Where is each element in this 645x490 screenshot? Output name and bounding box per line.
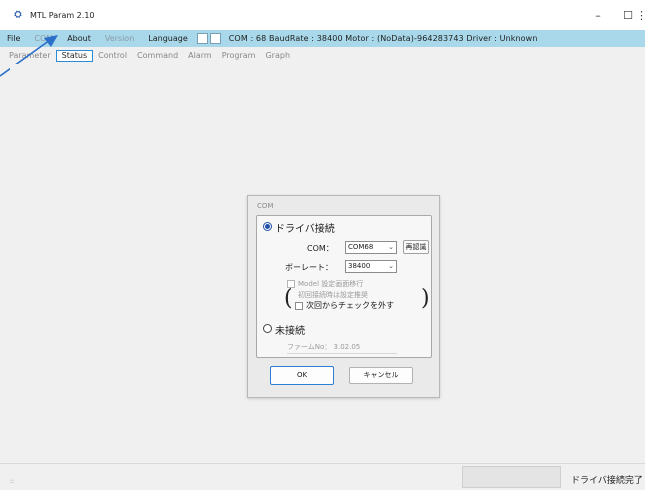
com-port-value: COM68 bbox=[348, 243, 374, 251]
chevron-down-icon: ⌄ bbox=[388, 243, 394, 251]
com-indicator-box bbox=[209, 33, 221, 44]
tab-control[interactable]: Control bbox=[93, 51, 132, 60]
dialog-title: COM bbox=[257, 202, 274, 210]
firmware-number: ファームNo： 3.02.05 bbox=[287, 343, 361, 351]
com-dialog: COM ドライバ接続 COM： COM68 ⌄ 再認識 ボーレート： 38400… bbox=[247, 195, 440, 398]
close-button[interactable]: ⋮ bbox=[636, 0, 645, 30]
connection-group: ドライバ接続 COM： COM68 ⌄ 再認識 ボーレート： 38400 ⌄ M… bbox=[256, 215, 432, 358]
no-connect-label: 未接続 bbox=[275, 326, 305, 337]
tab-alarm[interactable]: Alarm bbox=[183, 51, 217, 60]
menu-bar: File COM About Version Language COM : 68… bbox=[0, 30, 645, 47]
driver-connect-label: ドライバ接続 bbox=[275, 224, 335, 235]
status-panel bbox=[462, 466, 561, 488]
tab-program[interactable]: Program bbox=[217, 51, 261, 60]
com-label: COM： bbox=[307, 244, 334, 253]
app-window: ⛭ MTL Param 2.10 – ☐ ⋮ File COM About Ve… bbox=[0, 0, 645, 490]
next-time-uncheck-label: 次回からチェックを外す bbox=[306, 301, 394, 310]
status-bar: :: ドライバ接続完了 bbox=[0, 463, 645, 490]
ok-button[interactable]: OK bbox=[270, 366, 334, 385]
first-connect-note: 初回接続時は設定推奨 bbox=[298, 291, 368, 299]
firmware-divider bbox=[287, 353, 397, 354]
close-paren: ) bbox=[421, 286, 430, 311]
baud-rate-select[interactable]: 38400 ⌄ bbox=[345, 260, 397, 273]
com-port-select[interactable]: COM68 ⌄ bbox=[345, 241, 397, 254]
menu-version[interactable]: Version bbox=[98, 34, 141, 43]
baud-rate-label: ボーレート： bbox=[285, 263, 333, 272]
driver-connection-status: ドライバ接続完了 bbox=[571, 476, 643, 486]
tab-graph[interactable]: Graph bbox=[260, 51, 295, 60]
next-time-uncheck-checkbox[interactable] bbox=[295, 302, 303, 310]
no-connect-radio[interactable] bbox=[263, 324, 272, 333]
minimize-button[interactable]: – bbox=[583, 0, 613, 30]
baud-rate-value: 38400 bbox=[348, 262, 371, 270]
chevron-down-icon: ⌄ bbox=[388, 262, 394, 270]
driver-connect-radio[interactable] bbox=[263, 222, 272, 231]
tab-bar: Parameter Status Control Command Alarm P… bbox=[0, 48, 645, 63]
connection-status-text: COM : 68 BaudRate : 38400 Motor : (NoDat… bbox=[228, 34, 538, 43]
window-title: MTL Param 2.10 bbox=[30, 10, 95, 20]
cancel-button[interactable]: キャンセル bbox=[349, 367, 413, 384]
com-indicator-box bbox=[196, 33, 208, 44]
title-bar: ⛭ MTL Param 2.10 – ☐ ⋮ bbox=[0, 0, 645, 30]
open-paren: ( bbox=[284, 286, 293, 311]
model-setting-label: Model 設定画面移行 bbox=[298, 280, 364, 288]
recognize-button[interactable]: 再認識 bbox=[403, 240, 429, 254]
resize-grip-icon: :: bbox=[10, 478, 15, 485]
menu-language[interactable]: Language bbox=[141, 34, 194, 43]
tab-command[interactable]: Command bbox=[132, 51, 183, 60]
app-logo-icon: ⛭ bbox=[14, 10, 22, 20]
